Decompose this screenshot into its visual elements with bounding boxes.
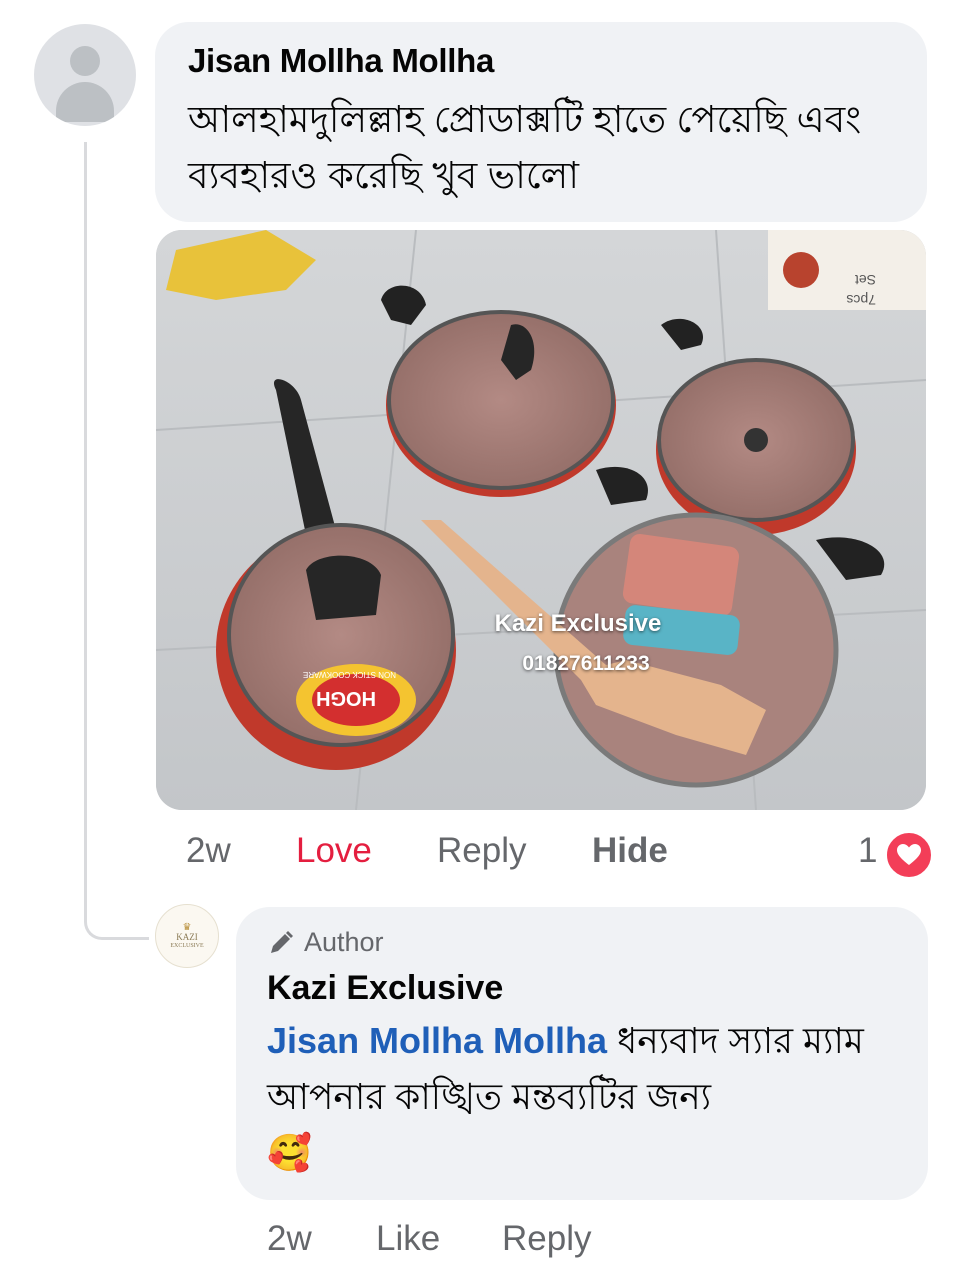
avatar-placeholder-icon (70, 46, 100, 76)
author-badge: Author (268, 927, 384, 958)
reaction-count[interactable]: 1 (858, 831, 877, 871)
lid-brand-text: HOGH (316, 687, 376, 709)
reply-timestamp[interactable]: 2w (267, 1219, 312, 1259)
love-reaction-button[interactable]: Love (296, 831, 372, 871)
comment-photo[interactable]: 7pcs Set HOGH NON STICK COOKWARE Kazi Ex… (156, 230, 926, 810)
box-text-2: Set (855, 272, 876, 288)
author-badge-label: Author (304, 927, 384, 957)
reply-reply-button[interactable]: Reply (502, 1219, 591, 1259)
smiling-face-hearts-emoji: 🥰 (267, 1133, 312, 1174)
like-button[interactable]: Like (376, 1219, 440, 1259)
hide-button[interactable]: Hide (592, 831, 668, 871)
page-avatar[interactable]: ♛ KAZI EXCLUSIVE (155, 904, 219, 968)
reply-text: Jisan Mollha Mollha ধন্যবাদ স্যার ম্যাম … (267, 1013, 917, 1182)
reply-author-name[interactable]: Kazi Exclusive (267, 969, 503, 1008)
comment-text: আলহামদুলিল্লাহ প্রোডাক্সটি হাতে পেয়েছি … (188, 99, 862, 196)
watermark-name: Kazi Exclusive (494, 610, 662, 637)
reply-bubble: Author Kazi Exclusive Jisan Mollha Mollh… (236, 907, 928, 1200)
heart-icon[interactable] (884, 830, 934, 880)
reply-button[interactable]: Reply (437, 831, 526, 871)
box-text-1: 7pcs (846, 292, 876, 308)
comment-author-name[interactable]: Jisan Mollha Mollha (188, 42, 494, 80)
user-avatar[interactable] (34, 24, 136, 126)
watermark-phone: 01827611233 (522, 652, 650, 675)
thread-connector-line (84, 142, 149, 940)
cookware-photo: 7pcs Set HOGH NON STICK COOKWARE (156, 230, 926, 810)
comment-bubble: Jisan Mollha Mollha আলহামদুলিল্লাহ প্রোড… (155, 22, 927, 222)
crown-icon: ♛ (182, 921, 192, 933)
mention-link[interactable]: Jisan Mollha Mollha (267, 1020, 607, 1061)
pencil-icon (271, 930, 293, 953)
comment-timestamp[interactable]: 2w (186, 831, 231, 871)
